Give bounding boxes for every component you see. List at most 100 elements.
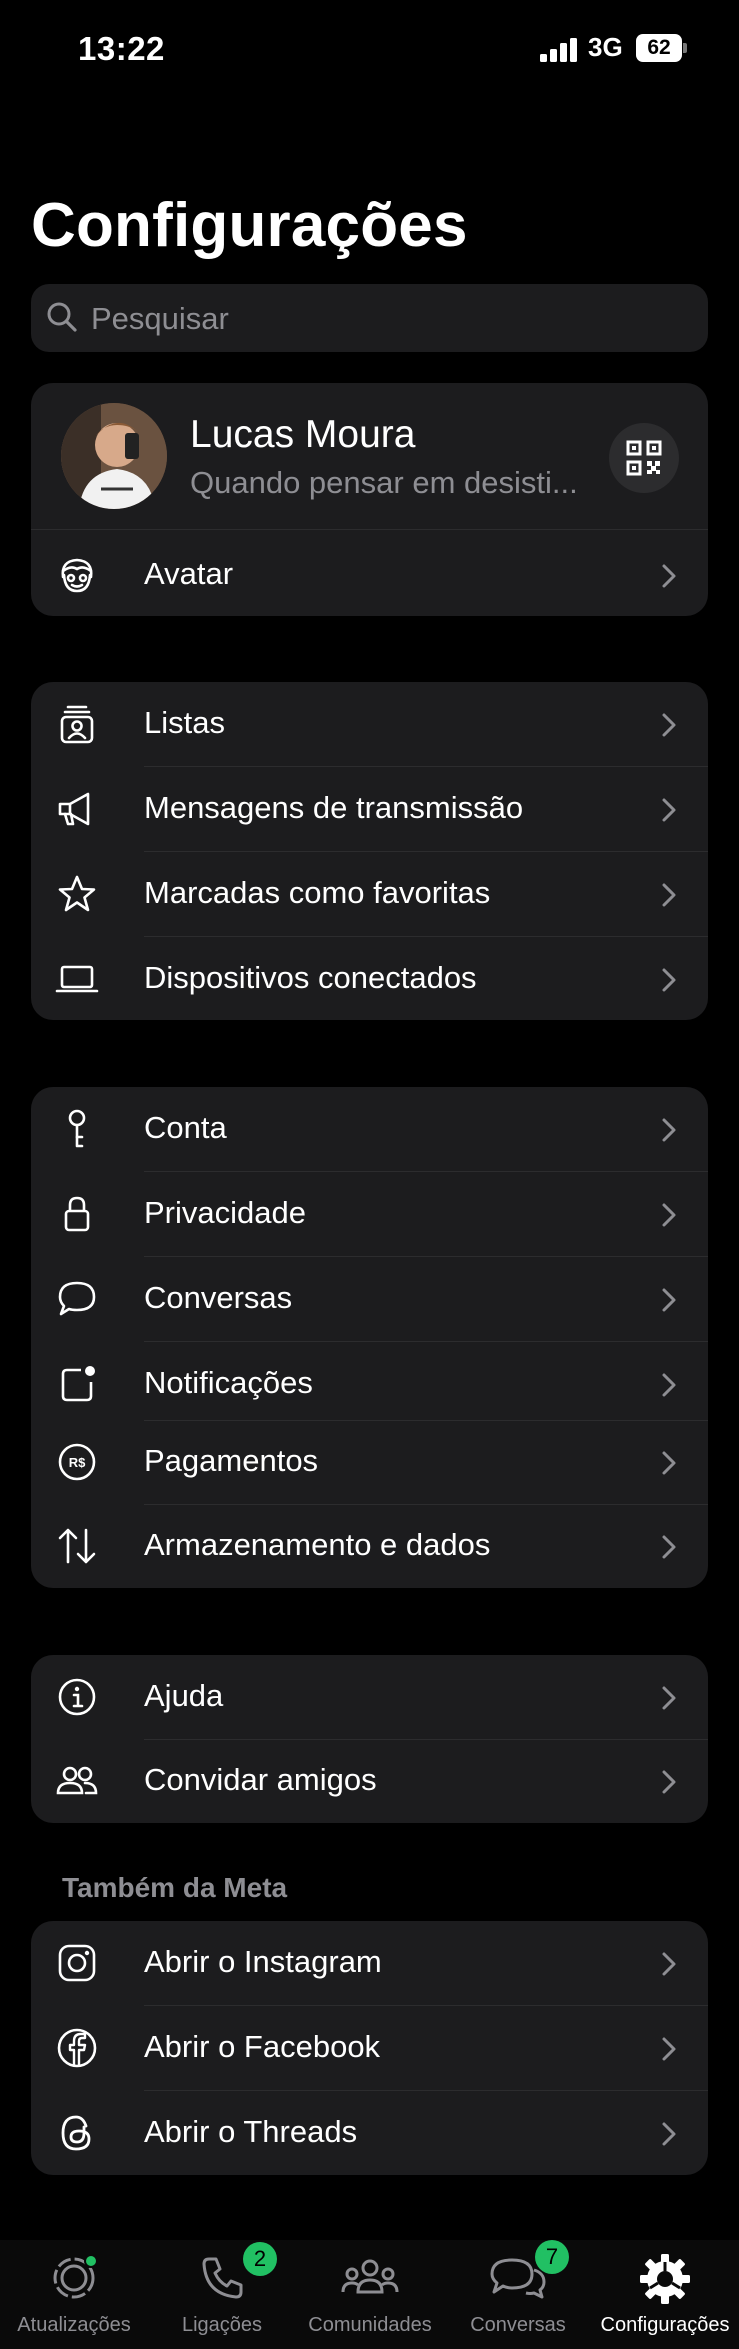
row-conta[interactable]: Conta (31, 1087, 708, 1171)
chevron-right-icon (662, 883, 676, 907)
row-label: Conta (144, 1110, 227, 1145)
battery-level: 62 (636, 34, 682, 62)
megaphone-icon (58, 792, 90, 826)
row-label: Dispositivos conectados (144, 960, 477, 995)
search-placeholder: Pesquisar (91, 301, 229, 336)
row-threads[interactable]: Abrir o Threads (31, 2091, 708, 2175)
section-header-meta: Também da Meta (62, 1872, 288, 1903)
facebook-icon (57, 2028, 97, 2068)
tab-atualizacoes[interactable]: Atualizações (0, 2240, 148, 2349)
chevron-right-icon (662, 2037, 676, 2061)
settings-group-3: Ajuda Convidar amigos (31, 1655, 708, 1823)
phone-icon (202, 2257, 243, 2299)
chat-bubble-icon (58, 1281, 96, 1316)
star-icon (58, 875, 96, 912)
lock-icon (64, 1196, 90, 1232)
row-label: Abrir o Threads (144, 2114, 358, 2149)
row-label: Mensagens de transmissão (144, 790, 524, 825)
svg-text:R$: R$ (69, 1455, 86, 1470)
row-pagamentos[interactable]: R$ Pagamentos (31, 1420, 708, 1504)
row-facebook[interactable]: Abrir o Facebook (31, 2006, 708, 2090)
tab-ligacoes[interactable]: 2 Ligações (148, 2240, 296, 2349)
page-title: Configurações (31, 191, 468, 260)
row-label: Armazenamento e dados (144, 1527, 491, 1562)
chevron-right-icon (662, 1288, 676, 1312)
calls-badge: 2 (243, 2242, 277, 2276)
row-label: Ajuda (144, 1678, 224, 1713)
row-label: Convidar amigos (144, 1762, 377, 1797)
chevron-right-icon (662, 1770, 676, 1794)
updates-dot (84, 2254, 98, 2268)
avatar-row[interactable]: Avatar (31, 533, 708, 616)
row-conversas[interactable]: Conversas (31, 1257, 708, 1341)
avatar-label: Avatar (144, 556, 234, 591)
tab-configuracoes[interactable]: Configurações (591, 2240, 739, 2349)
search-input[interactable]: Pesquisar (31, 284, 708, 352)
avatar-face-icon (61, 558, 93, 593)
settings-group-2: Conta Privacidade Conversas Notificações (31, 1087, 708, 1588)
network-type: 3G (588, 32, 623, 62)
notification-icon (61, 1366, 95, 1402)
chevron-right-icon (662, 1535, 676, 1559)
row-label: Pagamentos (144, 1443, 319, 1478)
settings-gear-icon (640, 2254, 690, 2304)
row-label: Conversas (144, 1280, 293, 1315)
signal-icon (540, 38, 577, 62)
chevron-right-icon (662, 713, 676, 737)
chats-badge: 7 (535, 2240, 569, 2274)
chevron-right-icon (662, 564, 676, 588)
profile-card: Lucas Moura Quando pensar em desisti... (31, 383, 708, 616)
info-icon (58, 1678, 96, 1716)
tab-bar: Atualizações 2 Ligações Comunidades 7 Co… (0, 2240, 739, 2349)
chevron-right-icon (662, 798, 676, 822)
row-instagram[interactable]: Abrir o Instagram (31, 1921, 708, 2005)
chevron-right-icon (662, 2122, 676, 2146)
row-privacidade[interactable]: Privacidade (31, 1172, 708, 1256)
row-label: Notificações (144, 1365, 313, 1400)
row-label: Listas (144, 705, 225, 740)
arrows-updown-icon (58, 1528, 96, 1564)
tab-conversas[interactable]: 7 Conversas (444, 2240, 592, 2349)
row-label: Privacidade (144, 1195, 306, 1230)
chevron-right-icon (662, 1952, 676, 1976)
row-favoritas[interactable]: Marcadas como favoritas (31, 852, 708, 936)
chevron-right-icon (662, 1451, 676, 1475)
avatar (61, 403, 167, 509)
threads-icon (61, 2115, 91, 2151)
row-label: Abrir o Instagram (144, 1944, 382, 1979)
tab-label: Atualizações (17, 2314, 131, 2336)
row-listas[interactable]: Listas (31, 682, 708, 766)
qr-code-icon (626, 440, 662, 476)
profile-status: Quando pensar em desisti... (190, 465, 578, 500)
row-convidar[interactable]: Convidar amigos (31, 1739, 708, 1823)
status-time: 13:22 (78, 30, 165, 67)
profile-row[interactable]: Lucas Moura Quando pensar em desisti... (31, 383, 708, 529)
meta-apps-group: Abrir o Instagram Abrir o Facebook Abrir… (31, 1921, 708, 2175)
laptop-icon (55, 965, 99, 993)
profile-name: Lucas Moura (190, 413, 416, 456)
battery-icon: 62 (636, 34, 688, 62)
row-ajuda[interactable]: Ajuda (31, 1655, 708, 1739)
chevron-right-icon (662, 1118, 676, 1142)
status-bar: 13:22 3G 62 (0, 0, 739, 100)
instagram-icon (58, 1944, 96, 1982)
tab-label: Ligações (181, 2314, 263, 2336)
search-icon (47, 302, 77, 332)
row-notificacoes[interactable]: Notificações (31, 1342, 708, 1426)
tab-label: Configurações (600, 2314, 730, 2336)
row-armazenamento[interactable]: Armazenamento e dados (31, 1504, 708, 1588)
people-icon (56, 1766, 98, 1795)
chevron-right-icon (662, 968, 676, 992)
qr-code-button[interactable] (609, 423, 679, 493)
key-icon (68, 1109, 86, 1148)
tab-comunidades[interactable]: Comunidades (296, 2240, 444, 2349)
row-label: Abrir o Facebook (144, 2029, 381, 2064)
contact-list-icon (60, 705, 94, 744)
row-dispositivos[interactable]: Dispositivos conectados (31, 937, 708, 1020)
tab-label: Conversas (470, 2314, 566, 2336)
chevron-right-icon (662, 1373, 676, 1397)
payment-icon: R$ (58, 1443, 96, 1481)
settings-group-1: Listas Mensagens de transmissão Marcadas… (31, 682, 708, 1020)
row-transmissao[interactable]: Mensagens de transmissão (31, 767, 708, 851)
communities-icon (341, 2259, 399, 2294)
